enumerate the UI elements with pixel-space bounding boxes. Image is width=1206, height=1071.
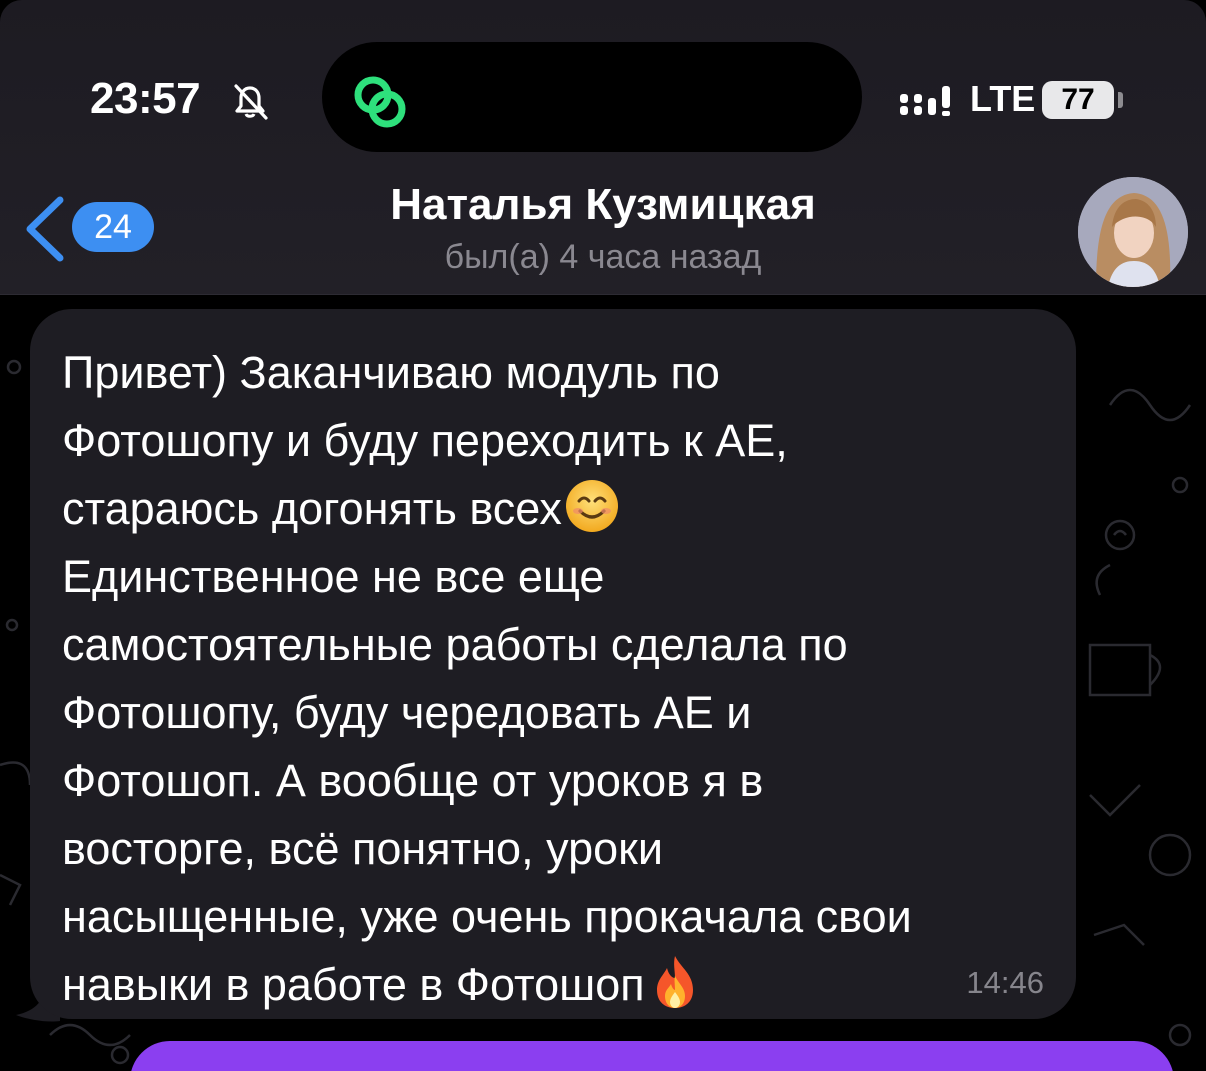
- chat-area[interactable]: Привет) Заканчиваю модуль по Фотошопу и …: [0, 295, 1206, 1071]
- battery-level: 77: [1061, 83, 1095, 116]
- contact-name[interactable]: Наталья Кузмицкая: [0, 180, 1206, 230]
- message-text: Привет) Заканчиваю модуль по Фотошопу и …: [62, 339, 1044, 1019]
- link-app-icon: [354, 76, 406, 128]
- smiling-face-icon: [565, 480, 618, 532]
- muted-bell-icon: [234, 84, 268, 120]
- avatar-photo: [1078, 177, 1188, 287]
- avatar[interactable]: [1078, 177, 1188, 287]
- fire-icon: [656, 956, 693, 1008]
- last-seen-status: был(а) 4 часа назад: [444, 238, 762, 276]
- battery-indicator: 77: [1042, 81, 1114, 119]
- dynamic-island[interactable]: [322, 42, 862, 152]
- network-type: LTE: [970, 78, 1036, 119]
- battery-tip: [1118, 92, 1123, 108]
- message-text-part-1: Привет) Заканчиваю модуль по Фотошопу и …: [62, 347, 788, 534]
- message-time: 14:46: [966, 965, 1044, 1000]
- message-text-part-2: Единственное не все еще самостоятельные …: [62, 551, 912, 1010]
- incoming-message-bubble[interactable]: Привет) Заканчиваю модуль по Фотошопу и …: [30, 309, 1076, 1019]
- chat-header: 23:57 LTE 77 24 Наталья Кузмицкая был(а)…: [0, 0, 1206, 295]
- outgoing-message-bubble[interactable]: [130, 1041, 1174, 1071]
- status-time: 23:57: [90, 74, 201, 123]
- signal-strength-icon: [900, 86, 950, 116]
